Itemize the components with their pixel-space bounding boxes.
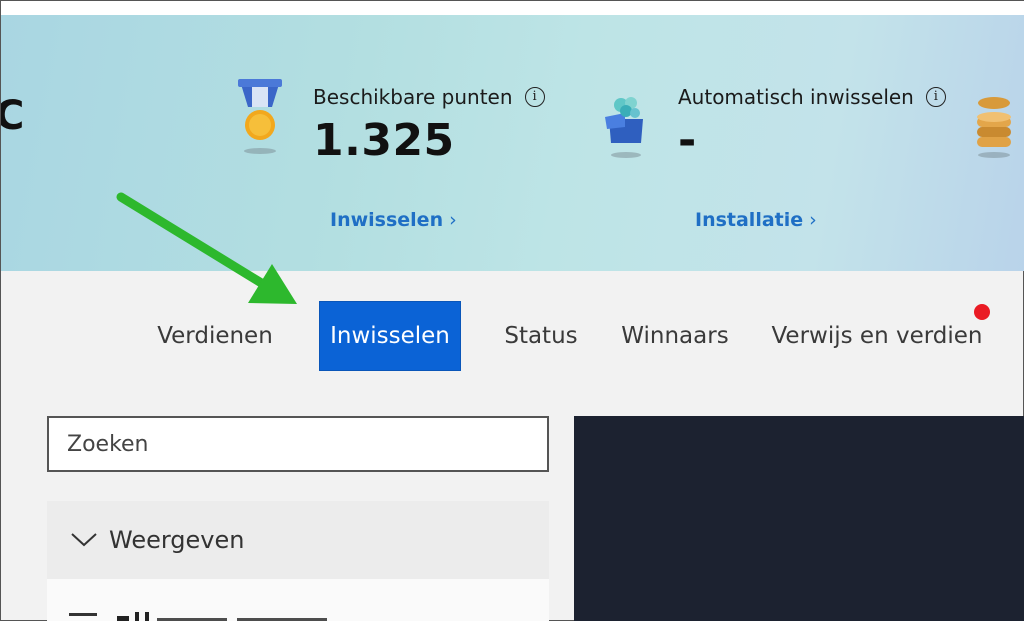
chevron-right-icon: › — [809, 209, 817, 231]
setup-link-label: Installatie — [695, 209, 804, 231]
auto-redeem-value: - — [678, 115, 697, 166]
gift-box-icon — [605, 97, 643, 158]
search-input[interactable]: Zoeken — [47, 416, 549, 472]
chevron-right-icon: › — [449, 209, 457, 231]
points-stat: Beschikbare punten i 1.325 — [313, 85, 545, 166]
points-label-row: Beschikbare punten i — [313, 85, 545, 109]
points-value: 1.325 — [313, 115, 455, 166]
tab-earn[interactable]: Verdienen — [149, 301, 281, 371]
tab-redeem[interactable]: Inwisselen — [319, 301, 461, 371]
featured-panel — [574, 416, 1024, 621]
auto-redeem-label-row: Automatisch inwisselen i — [678, 85, 946, 109]
setup-link[interactable]: Installatie › — [695, 209, 817, 231]
tab-status[interactable]: Status — [495, 301, 587, 371]
points-label: Beschikbare punten — [313, 85, 513, 109]
list-icon — [69, 613, 97, 616]
cut-text-shape — [117, 612, 327, 621]
list-item-cut[interactable] — [117, 609, 357, 621]
info-icon[interactable]: i — [524, 87, 545, 107]
medal-icon — [238, 79, 282, 154]
redeem-link[interactable]: Inwisselen › — [330, 209, 457, 231]
filter-header-label: Weergeven — [109, 526, 245, 554]
filter-panel: Weergeven — [47, 501, 549, 621]
chevron-down-icon — [71, 533, 97, 547]
top-strip — [1, 1, 1024, 15]
nav-tabs: Verdienen Inwisselen Status Winnaars Ver… — [1, 301, 1024, 373]
redeem-link-label: Inwisselen — [330, 209, 444, 231]
tab-refer[interactable]: Verwijs en verdien — [769, 301, 985, 371]
brand-fragment: C — [1, 93, 25, 139]
auto-redeem-label: Automatisch inwisselen — [678, 85, 914, 109]
auto-redeem-stat: Automatisch inwisselen i - — [678, 85, 946, 166]
rewards-banner: C Beschikbare punten i 1.325 Inwisselen ›… — [1, 15, 1024, 271]
search-placeholder: Zoeken — [67, 431, 149, 457]
info-icon[interactable]: i — [925, 87, 946, 107]
tab-winners[interactable]: Winnaars — [613, 301, 737, 371]
filter-toggle[interactable]: Weergeven — [47, 501, 549, 579]
notification-dot — [974, 304, 990, 320]
coins-icon — [977, 97, 1011, 158]
